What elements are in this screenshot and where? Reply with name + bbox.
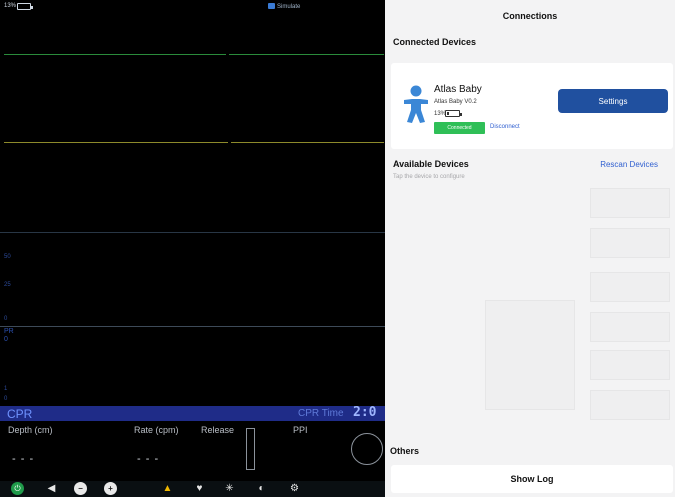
power-icon[interactable]: ⏻ [11,482,24,495]
background-ghost [590,272,670,302]
others-title: Others [390,446,420,456]
panel-title: Connections [502,11,558,21]
status-bar: 13% Simulate [0,0,390,16]
simulate-icon [268,3,275,9]
plus-icon[interactable]: + [104,482,117,495]
minus-icon[interactable]: − [74,482,87,495]
device-battery-icon [445,110,462,117]
gear-icon[interactable]: ⚙ [288,482,301,495]
panel-header: Connections [385,0,675,30]
background-ghost [590,390,670,420]
cpr-title: CPR [7,407,33,421]
background-ghost [485,300,575,410]
axis-label: 0 [4,396,8,402]
baby-icon [404,85,428,123]
background-ghost [590,228,670,258]
rescan-devices-button[interactable]: Rescan Devices [600,160,658,169]
device-name: Atlas Baby [434,84,482,95]
show-log-button[interactable]: Show Log [391,465,673,493]
available-devices-title: Available Devices [393,159,469,169]
settings-button[interactable]: Settings [558,89,668,113]
battery-percent: 13% [4,3,17,9]
speaker-icon[interactable]: ◀︎ [45,482,58,495]
device-version: Atlas Baby V0.2 [434,99,477,105]
cpr-header-bar: CPR CPR Time 2:0 [0,405,388,421]
contrast-icon[interactable]: ◐ [255,482,268,495]
divider [0,326,385,327]
divider [0,232,385,233]
connections-panel: Connections Connected Devices Atlas Baby… [385,0,675,497]
ppi-label: PPI [293,425,308,435]
depth-value: - - - [12,453,35,465]
axis-label: 1 [4,386,8,392]
background-ghost [590,188,670,218]
rate-value: - - - [137,453,160,465]
pleth-trace [4,141,384,144]
battery-icon [17,3,33,10]
connected-devices-title: Connected Devices [393,37,477,47]
pr-readout: PR 0 [4,328,14,343]
available-devices-hint: Tap the device to configure [393,174,465,180]
snowflake-icon[interactable]: ✳ [223,482,236,495]
background-ghost [590,350,670,380]
cpr-time-label: CPR Time [298,408,344,419]
depth-label: Depth (cm) [8,425,53,435]
bell-icon[interactable]: ▲ [161,482,174,495]
axis-label: 25 [4,282,11,288]
rate-label: Rate (cpm) [134,425,179,435]
axis-label: 50 [4,254,11,260]
background-ghost [590,312,670,342]
ppi-dial [351,433,383,465]
heart-icon[interactable]: ♥ [193,482,206,495]
disconnect-button[interactable]: Disconnect [490,124,520,130]
release-label: Release [201,425,235,435]
simulate-indicator[interactable]: Simulate [268,3,300,10]
device-card[interactable]: Atlas Baby Atlas Baby V0.2 13% Connected… [391,63,673,149]
release-gauge [246,428,255,470]
connected-status-badge: Connected [434,122,485,134]
cpr-time-value: 2:0 [353,405,377,420]
ecg-trace [4,53,384,56]
axis-label: 0 [4,316,8,322]
